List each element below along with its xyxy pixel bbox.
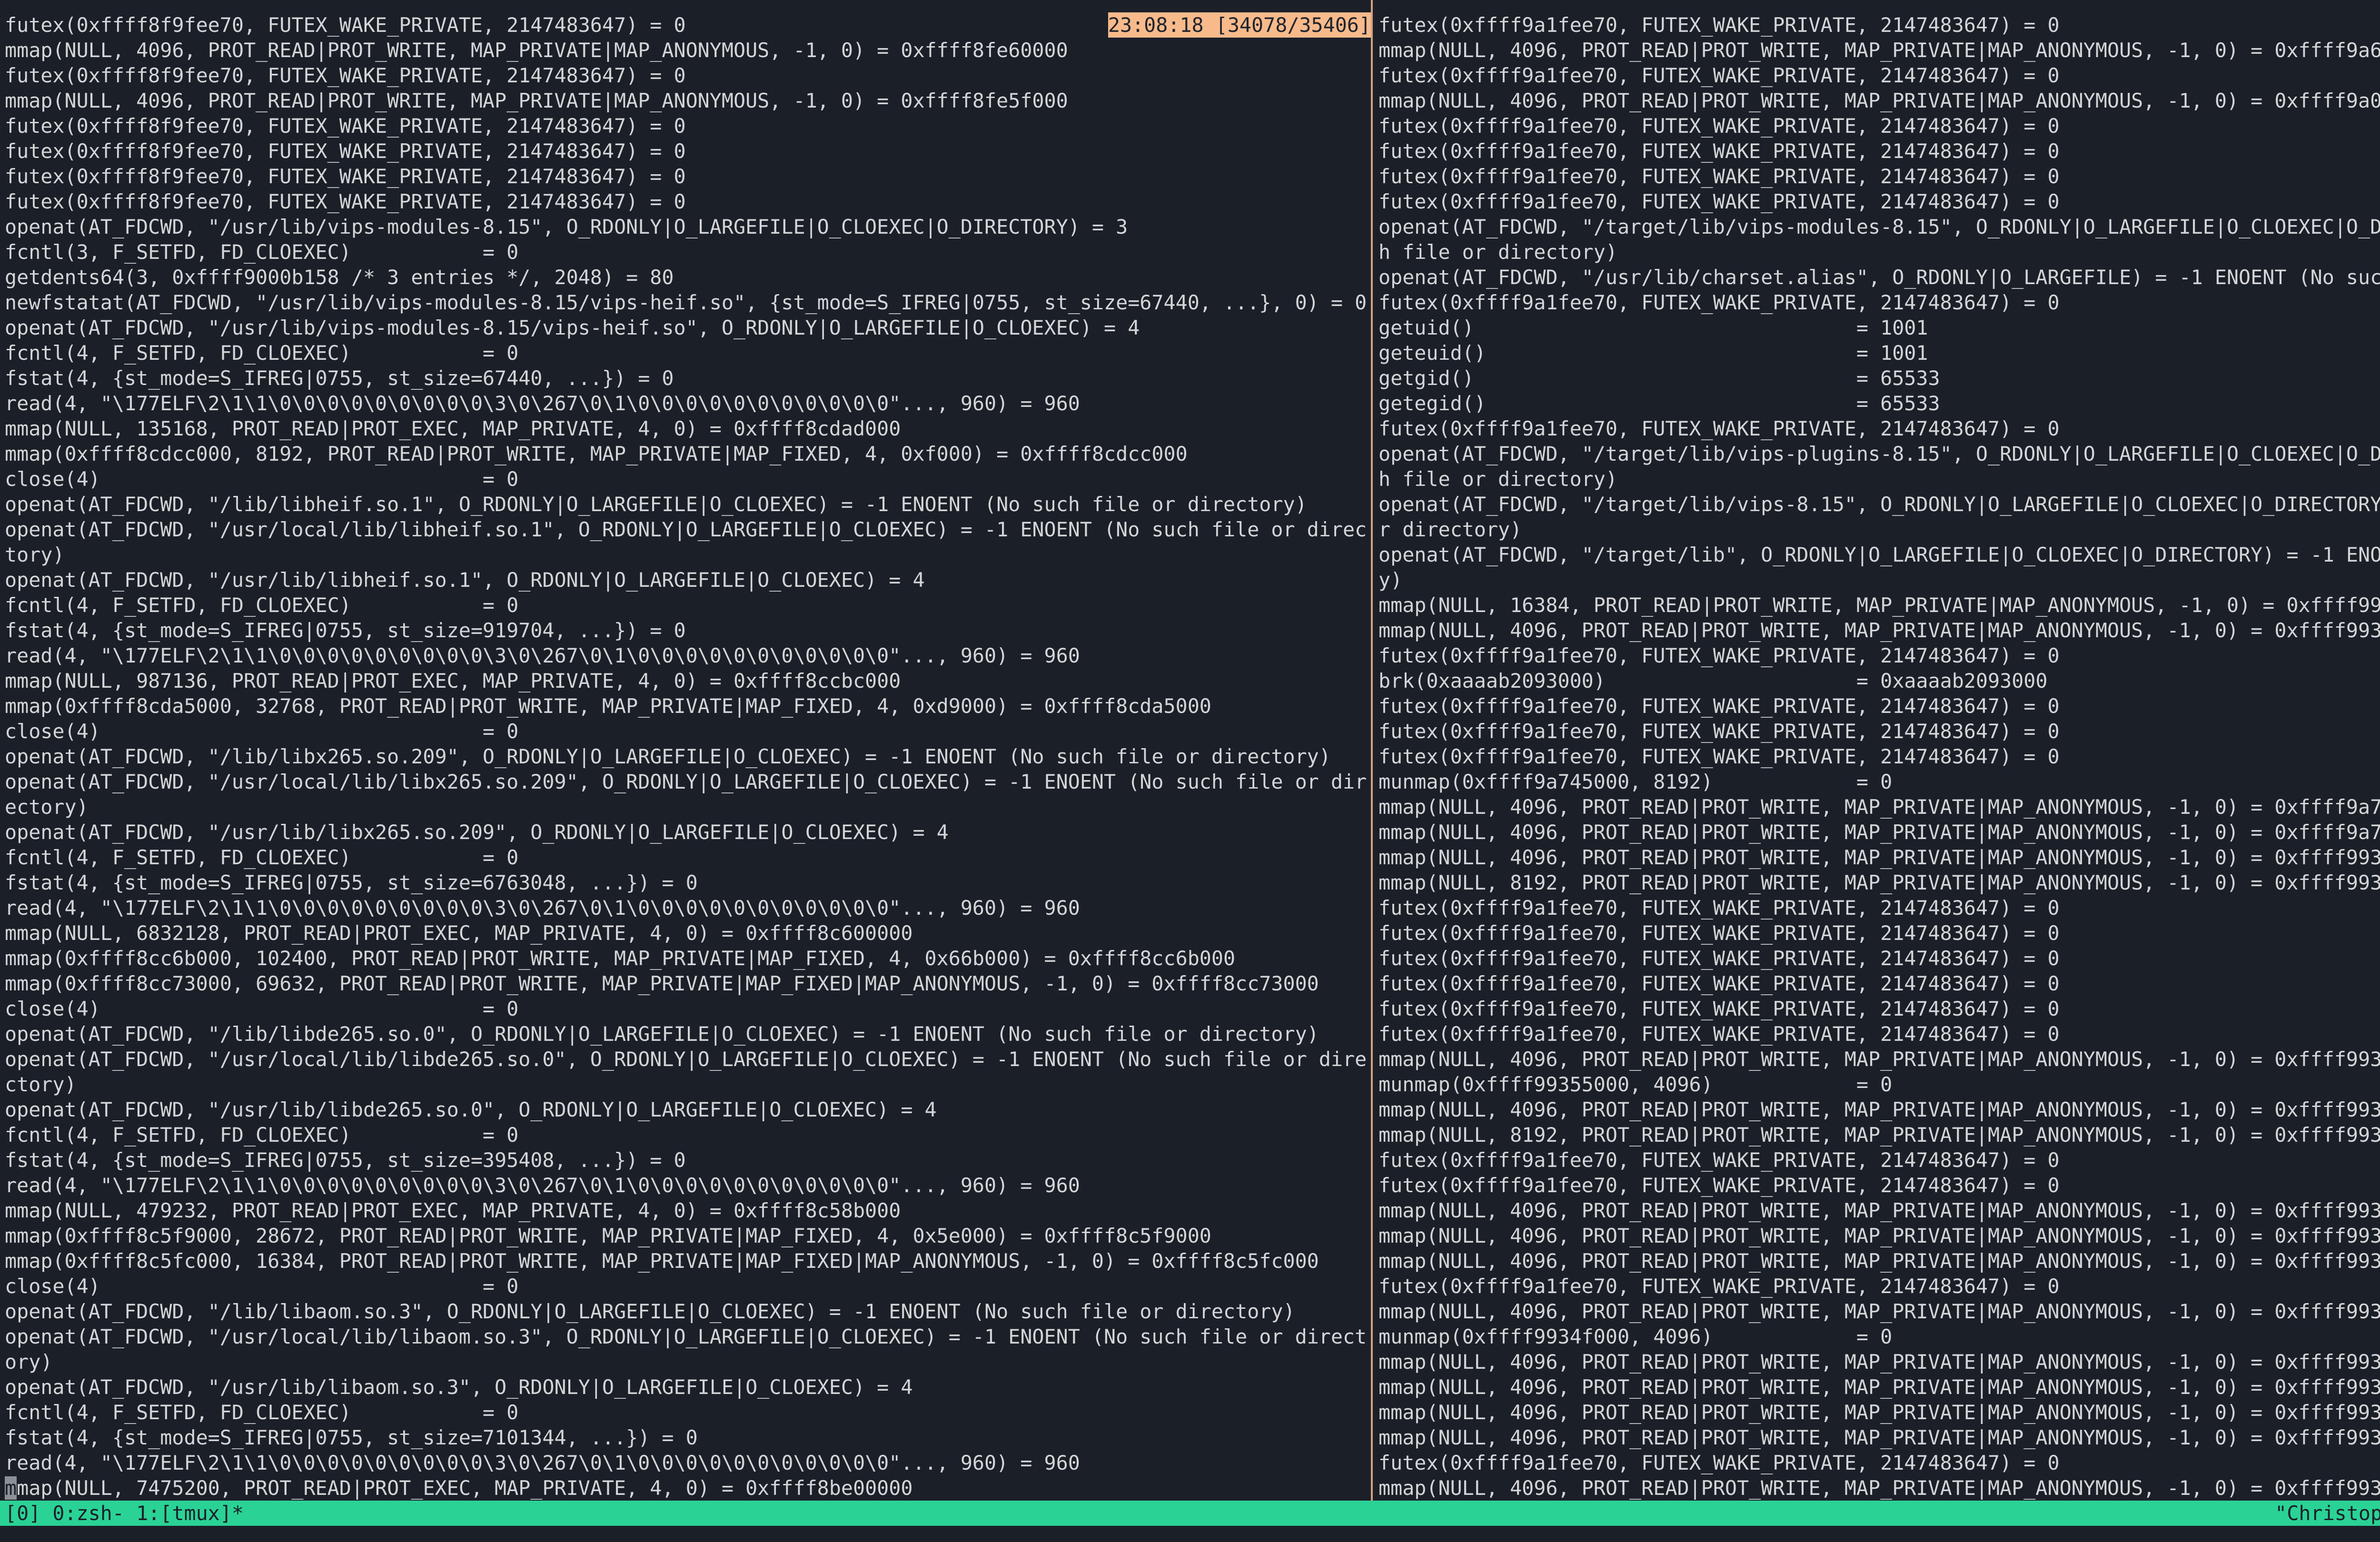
terminal-cursor: m	[5, 1476, 17, 1500]
tmux-status-bar: [0] 0:zsh- 1:[tmux]* "Christophers-Mac-S…	[0, 1501, 2380, 1526]
strace-output-left-last-line: mmap(NULL, 7475200, PROT_READ|PROT_EXEC,…	[0, 1475, 1371, 1501]
terminal-screen: futex(0xffff8f9fee70, FUTEX_WAKE_PRIVATE…	[0, 0, 2380, 1542]
strace-output-right: futex(0xffff9a1fee70, FUTEX_WAKE_PRIVATE…	[1374, 0, 2380, 1501]
tmux-hostname-clock: "Christophers-Mac-Stud" 23:11 15-Mar-25	[2275, 1501, 2380, 1526]
tmux-pane-left[interactable]: futex(0xffff8f9fee70, FUTEX_WAKE_PRIVATE…	[0, 0, 1371, 1501]
timestamp-badge-left: 23:08:18 [34078/35406]	[1108, 12, 1371, 38]
pane-divider[interactable]	[1371, 0, 1373, 1501]
tmux-window-list[interactable]: [0] 0:zsh- 1:[tmux]*	[0, 1501, 244, 1526]
strace-output-left: futex(0xffff8f9fee70, FUTEX_WAKE_PRIVATE…	[0, 0, 1371, 1475]
last-line-text: map(NULL, 7475200, PROT_READ|PROT_EXEC, …	[17, 1476, 912, 1500]
tmux-pane-right[interactable]: futex(0xffff9a1fee70, FUTEX_WAKE_PRIVATE…	[1374, 0, 2380, 1501]
